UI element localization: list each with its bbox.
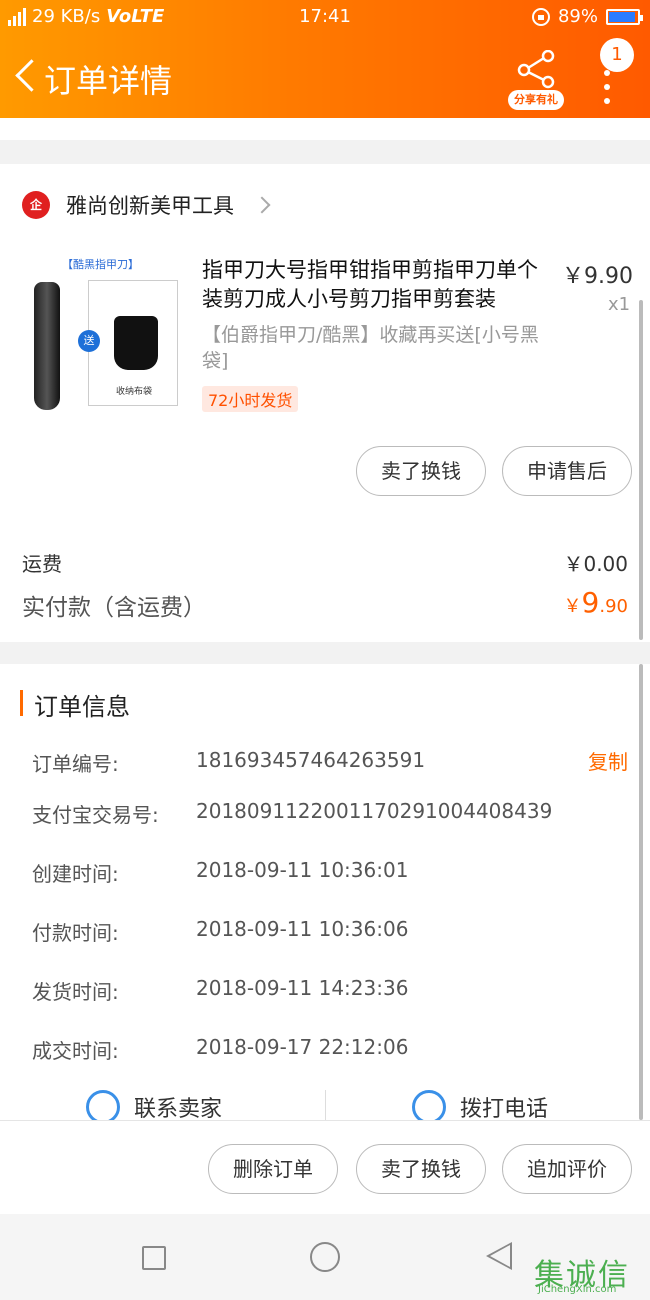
deal-time-value: 2018-09-17 22:12:06 — [196, 1035, 409, 1059]
order-number-label: 订单编号: — [32, 752, 119, 776]
delete-order-button[interactable]: 删除订单 — [208, 1144, 338, 1194]
paid-time-label: 付款时间: — [32, 921, 119, 945]
shipped-time-label: 发货时间: — [32, 980, 119, 1004]
shop-name: 雅尚创新美甲工具 — [66, 194, 234, 218]
product-title[interactable]: 指甲刀大号指甲钳指甲剪指甲刀单个装剪刀成人小号剪刀指甲剪套装 — [202, 256, 548, 314]
bottom-action-bar: 删除订单 卖了换钱 追加评价 — [0, 1120, 650, 1214]
scrollbar[interactable] — [639, 300, 643, 640]
sell-button[interactable]: 卖了换钱 — [356, 446, 486, 496]
share-button[interactable]: 分享有礼 — [508, 50, 564, 112]
box-label: 收纳布袋 — [116, 387, 153, 397]
paid-int: 9 — [581, 586, 600, 619]
contact-seller-label: 联系卖家 — [134, 1097, 223, 1122]
page-title: 订单详情 — [44, 62, 173, 100]
nail-clipper-image — [34, 282, 60, 410]
top-strip — [0, 118, 650, 140]
watermark: 集诚信 JiChengXin.com — [534, 1250, 646, 1298]
shop-logo: 企 — [22, 191, 50, 219]
contact-seller-button[interactable]: 联系卖家 — [86, 1090, 222, 1124]
call-phone-label: 拨打电话 — [460, 1097, 549, 1122]
more-dot-icon — [604, 84, 610, 90]
shipping-fee-label: 运费 — [22, 552, 62, 576]
section-accent — [20, 690, 23, 716]
status-bar: 29 KB/s VoLTE 17:41 89% — [0, 0, 650, 34]
after-sale-button[interactable]: 申请售后 — [502, 446, 632, 496]
order-info-title: 订单信息 — [34, 693, 130, 721]
chat-icon — [86, 1090, 120, 1124]
paid-amount: ￥9.90 — [564, 586, 628, 619]
order-number-value: 181693457464263591 — [196, 748, 426, 772]
paid-currency: ￥ — [563, 596, 582, 617]
nav-bar: 订单详情 分享有礼 1 — [0, 38, 650, 116]
battery-icon — [606, 8, 643, 25]
sell-button-bottom[interactable]: 卖了换钱 — [356, 1144, 486, 1194]
recent-apps-icon[interactable] — [142, 1246, 166, 1270]
created-time-label: 创建时间: — [32, 862, 119, 886]
call-phone-button[interactable]: 拨打电话 — [412, 1090, 548, 1124]
phone-icon — [412, 1090, 446, 1124]
back-nav-icon[interactable] — [486, 1242, 512, 1270]
product-image[interactable]: 【酷黑指甲刀】 送 收纳布袋 — [22, 254, 184, 416]
back-icon[interactable] — [12, 58, 42, 98]
more-dot-icon — [604, 70, 610, 76]
copy-button[interactable]: 复制 — [588, 746, 628, 775]
paid-time-value: 2018-09-11 10:36:06 — [196, 917, 409, 941]
alipay-id-label: 支付宝交易号: — [32, 803, 159, 827]
shipped-time-value: 2018-09-11 14:23:36 — [196, 976, 409, 1000]
paid-label: 实付款（含运费） — [22, 595, 206, 621]
header-bar: 29 KB/s VoLTE 17:41 89% 订单详情 分享有礼 1 — [0, 0, 650, 118]
product-sku: 【伯爵指甲刀/酷黑】收藏再买送[小号黑袋] — [202, 324, 539, 372]
shipping-fee-value: ￥0.00 — [563, 552, 628, 576]
shop-row[interactable]: 企 雅尚创新美甲工具 — [22, 190, 271, 220]
watermark-url: JiChengXin.com — [538, 1284, 617, 1295]
product-price: ￥9.90 — [562, 264, 633, 289]
scrollbar[interactable] — [639, 664, 643, 1120]
rotation-lock-icon — [531, 7, 550, 26]
created-time-value: 2018-09-11 10:36:01 — [196, 858, 409, 882]
divider — [325, 1090, 326, 1120]
share-label: 分享有礼 — [508, 90, 564, 110]
image-tag: 【酷黑指甲刀】 — [62, 258, 139, 271]
more-dot-icon — [604, 98, 610, 104]
battery-percent: 89% — [557, 6, 598, 27]
add-review-button[interactable]: 追加评价 — [502, 1144, 632, 1194]
send-badge: 送 — [78, 330, 100, 352]
product-qty: x1 — [608, 294, 631, 315]
alipay-id-value: 2018091122001170291004408439 — [196, 799, 553, 823]
deal-time-label: 成交时间: — [32, 1039, 119, 1063]
shipping-tag: 72小时发货 — [202, 386, 299, 412]
chevron-right-icon — [253, 196, 271, 214]
share-icon — [517, 50, 555, 89]
home-icon[interactable] — [310, 1242, 340, 1272]
message-badge[interactable]: 1 — [600, 38, 634, 72]
paid-dec: .90 — [599, 596, 628, 617]
pouch-image — [114, 316, 158, 370]
